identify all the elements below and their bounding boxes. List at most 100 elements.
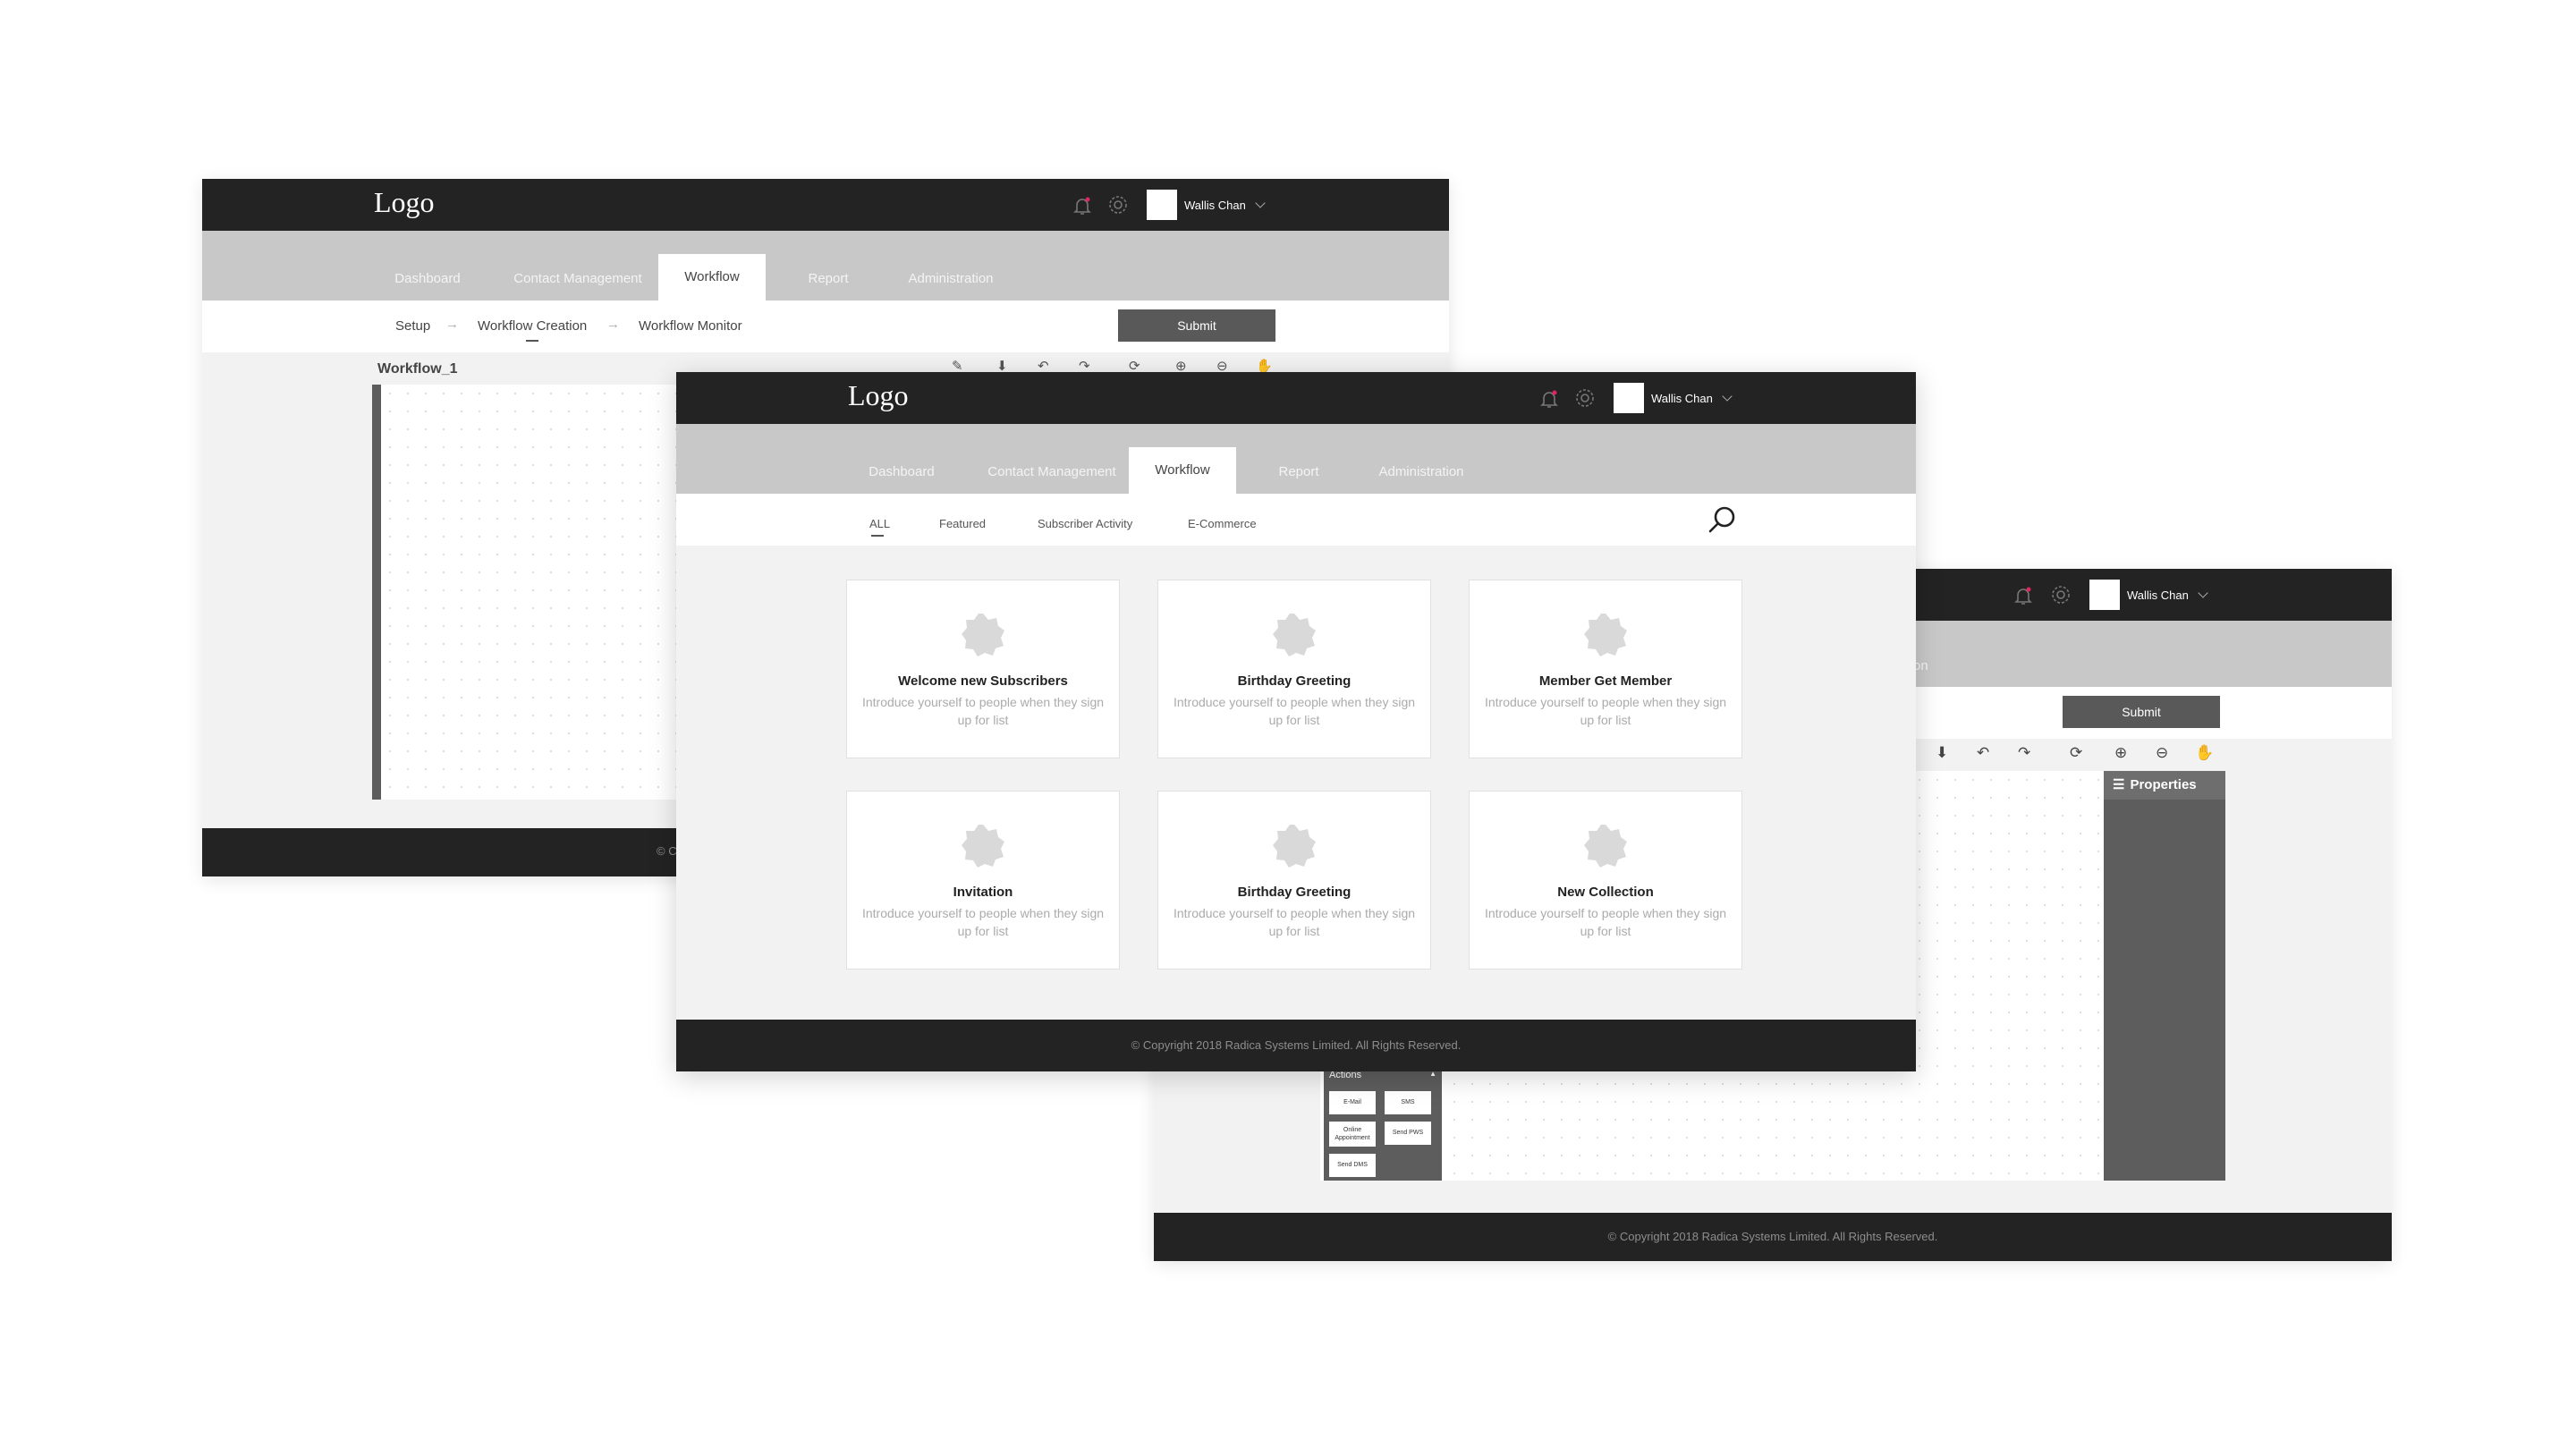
redo-icon[interactable]: ↷	[2018, 744, 2030, 762]
template-card-new-collection[interactable]: New Collection Introduce yourself to peo…	[1469, 791, 1742, 970]
top-bar: Logo Wallis Chan	[676, 372, 1916, 424]
badge-icon	[1273, 825, 1316, 868]
card-description: Introduce yourself to people when they s…	[1484, 695, 1727, 727]
submit-button[interactable]: Submit	[2063, 696, 2220, 728]
user-menu[interactable]: Wallis Chan	[2089, 580, 2208, 610]
gear-icon[interactable]	[1574, 387, 1596, 409]
user-name: Wallis Chan	[2127, 588, 2189, 602]
avatar	[1147, 190, 1177, 220]
bell-icon[interactable]	[1072, 195, 1093, 216]
footer-text: © Copyright 2018 Radica Systems Limited.…	[1131, 1038, 1462, 1052]
zoom-in-icon[interactable]: ⊕	[2114, 744, 2127, 762]
properties-icon: ☰	[2113, 777, 2125, 792]
bell-icon[interactable]	[1538, 388, 1560, 410]
badge-icon	[1584, 614, 1627, 656]
gear-icon[interactable]	[1107, 194, 1129, 216]
template-card-welcome-new-subscribers[interactable]: Welcome new Subscribers Introduce yourse…	[846, 580, 1120, 758]
filter-bar: ALL Featured Subscriber Activity E-Comme…	[676, 494, 1916, 546]
tab-contact-management[interactable]: Contact Management	[968, 451, 1136, 494]
gear-icon[interactable]	[2050, 584, 2072, 605]
action-send-dms[interactable]: Send DMS	[1329, 1154, 1376, 1177]
user-menu[interactable]: Wallis Chan	[1147, 190, 1266, 220]
template-card-invitation[interactable]: Invitation Introduce yourself to people …	[846, 791, 1120, 970]
top-bar: Logo Wallis Chan	[202, 179, 1449, 231]
step-active-underline	[526, 340, 538, 342]
filter-active-underline	[871, 535, 884, 537]
card-description: Introduce yourself to people when they s…	[861, 695, 1105, 727]
tab-administration[interactable]: Administration	[884, 258, 1018, 301]
user-menu[interactable]: Wallis Chan	[1614, 383, 1733, 413]
main-nav: Dashboard Contact Management Workflow Re…	[676, 424, 1916, 494]
hand-icon[interactable]: ✋	[2195, 744, 2214, 762]
card-title: Invitation	[953, 885, 1013, 900]
tab-report[interactable]: Report	[1245, 451, 1352, 494]
logo[interactable]: Logo	[848, 379, 909, 412]
template-grid: Welcome new Subscribers Introduce yourse…	[676, 546, 1916, 1020]
step-workflow-monitor[interactable]: Workflow Monitor	[639, 318, 742, 334]
badge-icon	[962, 614, 1004, 656]
filter-featured[interactable]: Featured	[939, 517, 986, 530]
filter-e-commerce[interactable]: E-Commerce	[1188, 517, 1257, 530]
chevron-down-icon	[2198, 588, 2208, 598]
tab-administration[interactable]: Administration	[1354, 451, 1488, 494]
download-icon[interactable]: ⬇	[1936, 744, 1948, 762]
tool-sidebar	[372, 385, 381, 800]
avatar	[1614, 383, 1644, 413]
properties-header[interactable]: ☰ Properties	[2104, 771, 2225, 800]
tab-dashboard[interactable]: Dashboard	[848, 451, 955, 494]
arrow-right-icon: →	[445, 317, 459, 332]
step-workflow-creation[interactable]: Workflow Creation	[478, 318, 587, 334]
chevron-down-icon	[1722, 391, 1733, 402]
user-name: Wallis Chan	[1651, 391, 1713, 405]
workflow-name: Workflow_1	[377, 361, 458, 377]
chevron-down-icon	[1255, 198, 1266, 208]
card-title: Member Get Member	[1538, 673, 1673, 689]
undo-icon[interactable]: ↶	[1977, 744, 1989, 762]
properties-panel: ☰ Properties	[2104, 771, 2225, 1181]
template-card-birthday-greeting[interactable]: Birthday Greeting Introduce yourself to …	[1157, 580, 1431, 758]
tab-dashboard[interactable]: Dashboard	[374, 258, 481, 301]
tab-workflow[interactable]: Workflow	[1129, 447, 1236, 494]
card-title: New Collection	[1557, 885, 1654, 900]
action-email[interactable]: E-Mail	[1329, 1091, 1376, 1114]
card-title: Welcome new Subscribers	[898, 673, 1068, 689]
footer-text: © C	[657, 844, 677, 858]
card-description: Introduce yourself to people when they s…	[1173, 906, 1416, 938]
action-send-pws[interactable]: Send PWS	[1385, 1122, 1431, 1145]
action-sms[interactable]: SMS	[1385, 1091, 1431, 1114]
badge-icon	[962, 825, 1004, 868]
card-description: Introduce yourself to people when they s…	[1173, 695, 1416, 727]
footer-text: © Copyright 2018 Radica Systems Limited.…	[1607, 1230, 1938, 1243]
filter-subscriber-activity[interactable]: Subscriber Activity	[1038, 517, 1132, 530]
footer: © Copyright 2018 Radica Systems Limited.…	[1154, 1213, 2392, 1261]
action-online-appointment[interactable]: Online Appointment	[1329, 1122, 1376, 1147]
tab-workflow[interactable]: Workflow	[658, 254, 766, 301]
zoom-out-icon[interactable]: ⊖	[2156, 744, 2168, 762]
properties-label: Properties	[2130, 777, 2197, 792]
arrow-right-icon: →	[606, 317, 620, 332]
avatar	[2089, 580, 2120, 610]
actions-panel: Actions ▲ E-Mail SMS Online Appointment …	[1324, 1066, 1442, 1181]
logo[interactable]: Logo	[374, 186, 435, 219]
refresh-icon[interactable]: ⟳	[2070, 744, 2082, 762]
filter-all[interactable]: ALL	[869, 517, 890, 530]
editor-toolbar: ⬇ ↶ ↷ ⟳ ⊕ ⊖ ✋	[1936, 744, 2231, 766]
card-title: Birthday Greeting	[1237, 673, 1352, 689]
card-title: Birthday Greeting	[1237, 885, 1352, 900]
card-description: Introduce yourself to people when they s…	[1484, 906, 1727, 938]
badge-icon	[1273, 614, 1316, 656]
template-card-member-get-member[interactable]: Member Get Member Introduce yourself to …	[1469, 580, 1742, 758]
badge-icon	[1584, 825, 1627, 868]
card-description: Introduce yourself to people when they s…	[861, 906, 1105, 938]
main-nav: Dashboard Contact Management Workflow Re…	[202, 231, 1449, 301]
tab-report[interactable]: Report	[775, 258, 882, 301]
footer: © Copyright 2018 Radica Systems Limited.…	[676, 1020, 1916, 1071]
workflow-stepper: Setup → Workflow Creation → Workflow Mon…	[202, 301, 1449, 352]
step-setup[interactable]: Setup	[395, 318, 430, 334]
template-card-birthday-greeting-2[interactable]: Birthday Greeting Introduce yourself to …	[1157, 791, 1431, 970]
user-name: Wallis Chan	[1184, 198, 1246, 212]
tab-contact-management[interactable]: Contact Management	[494, 258, 662, 301]
bell-icon[interactable]	[2012, 585, 2034, 606]
search-icon[interactable]	[1707, 504, 1737, 535]
submit-button[interactable]: Submit	[1118, 309, 1275, 342]
